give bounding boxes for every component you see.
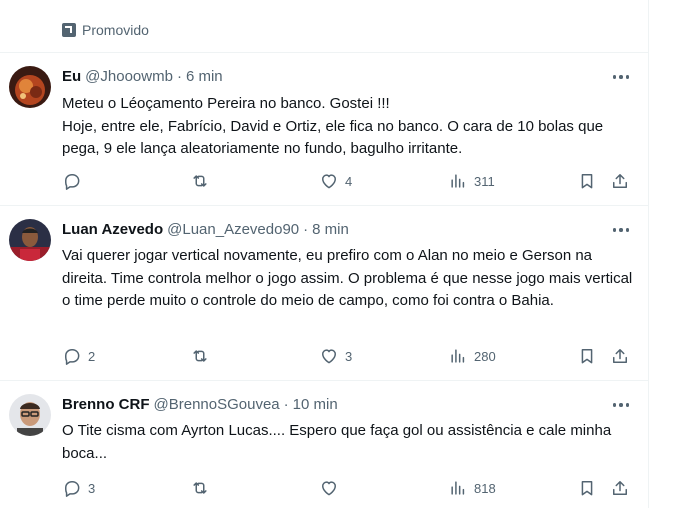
bookmark-button[interactable] [577,477,597,499]
reply-count: 3 [88,480,96,496]
retweet-icon [193,350,207,362]
tweet-actions: 2 3 280 [62,345,636,367]
tweet-time[interactable]: 6 min [186,68,223,85]
like-button[interactable] [319,477,345,499]
tweet-text: Vai querer jogar vertical novamente, eu … [62,247,637,309]
bar-chart-icon [451,174,465,188]
view-count: 280 [474,348,496,364]
share-button[interactable] [610,477,630,499]
share-icon [613,174,627,188]
retweet-icon [193,482,207,494]
heart-icon [322,174,336,189]
separator-dot: · [176,67,182,85]
bar-chart-icon [451,481,465,495]
like-count: 4 [345,173,353,189]
avatar[interactable] [9,394,51,436]
reply-button[interactable]: 3 [62,477,95,499]
like-count: 3 [345,348,353,364]
heart-icon [322,349,336,364]
tweet-text: O Tite cisma com Ayrton Lucas.... Espero… [62,422,616,462]
bookmark-icon [581,349,593,364]
bookmark-button[interactable] [577,345,597,367]
bar-chart-icon [451,349,465,363]
reply-button[interactable] [62,170,88,192]
user-handle[interactable]: @BrennoSGouvea [154,396,280,413]
bookmark-icon [581,174,593,189]
tweet-time[interactable]: 8 min [312,221,349,238]
more-options-icon[interactable] [610,220,632,240]
retweet-icon [193,175,207,187]
promoted-arrow-icon [62,23,76,37]
tweet[interactable]: Brenno CRF @BrennoSGouvea · 10 min O Tit… [0,381,648,508]
like-button[interactable]: 4 [319,170,352,192]
bookmark-icon [581,481,593,496]
more-options-icon[interactable] [610,67,632,87]
user-name[interactable]: Brenno CRF [62,396,150,413]
avatar[interactable] [9,219,51,261]
tweet-header: Eu @Jhooowmb · 6 min [62,66,223,86]
more-options-icon[interactable] [610,395,632,415]
separator-dot: · [303,220,309,238]
user-name[interactable]: Eu [62,68,81,85]
retweet-button[interactable] [190,170,216,192]
promoted-label: Promovido [62,20,149,40]
retweet-button[interactable] [190,477,216,499]
tweet-actions: 3 818 [62,477,636,499]
bookmark-button[interactable] [577,170,597,192]
tweet[interactable]: Luan Azevedo @Luan_Azevedo90 · 8 min Vai… [0,206,648,380]
heart-icon [322,481,336,496]
like-button[interactable]: 3 [319,345,352,367]
avatar[interactable] [9,66,51,108]
tweet-time[interactable]: 10 min [293,396,338,413]
share-icon [613,481,627,495]
reply-icon [65,481,80,497]
views-button[interactable]: 280 [448,345,496,367]
reply-count: 2 [88,348,96,364]
reply-icon [65,174,80,190]
tweet[interactable]: Eu @Jhooowmb · 6 min Meteu o Léoçamento … [0,53,648,205]
user-name[interactable]: Luan Azevedo [62,221,163,238]
promoted-text: Promovido [82,22,149,38]
tweet-header: Luan Azevedo @Luan_Azevedo90 · 8 min [62,219,349,239]
view-count: 311 [474,173,495,189]
retweet-button[interactable] [190,345,216,367]
views-button[interactable]: 311 [448,170,495,192]
reply-button[interactable]: 2 [62,345,95,367]
tweet-header: Brenno CRF @BrennoSGouvea · 10 min [62,394,338,414]
tweet-text: Meteu o Léoçamento Pereira no banco. Gos… [62,95,604,157]
user-handle[interactable]: @Jhooowmb [85,68,173,85]
separator-dot: · [283,395,289,413]
view-count: 818 [474,480,496,496]
share-button[interactable] [610,170,630,192]
share-button[interactable] [610,345,630,367]
share-icon [613,349,627,363]
timeline-feed: Promovido Eu @Jhooowmb · 6 min Meteu o L… [0,0,649,508]
user-handle[interactable]: @Luan_Azevedo90 [167,221,299,238]
tweet-actions: 4 311 [62,170,636,192]
reply-icon [65,349,80,365]
views-button[interactable]: 818 [448,477,496,499]
